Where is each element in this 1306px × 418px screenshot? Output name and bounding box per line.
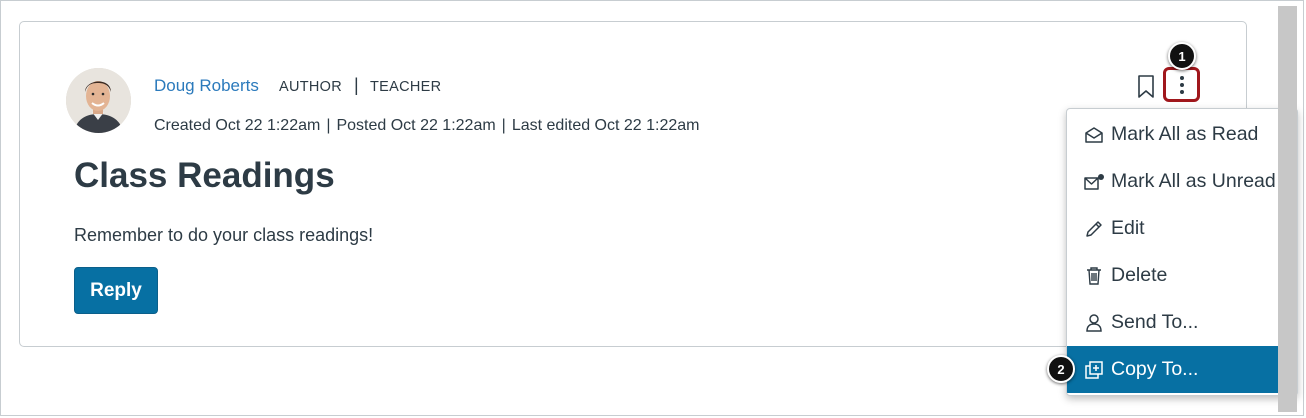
avatar-photo (66, 68, 131, 133)
role-author-label: AUTHOR (279, 79, 343, 95)
copy-icon (1083, 359, 1105, 381)
user-send-icon (1083, 312, 1105, 334)
posted-timestamp: Posted Oct 22 1:22am (336, 117, 496, 134)
menu-item-label: Copy To... (1111, 358, 1199, 380)
menu-item-delete[interactable]: Delete (1067, 252, 1297, 299)
envelope-unread-icon (1083, 171, 1105, 193)
post-timestamps: Created Oct 22 1:22am | Posted Oct 22 1:22… (154, 117, 700, 135)
envelope-open-icon (1083, 124, 1105, 146)
menu-item-copy-to[interactable]: Copy To... (1067, 346, 1297, 393)
author-avatar[interactable] (66, 68, 131, 133)
role-teacher-label: TEACHER (370, 79, 442, 95)
menu-item-edit[interactable]: Edit (1067, 205, 1297, 252)
trash-icon (1083, 265, 1105, 287)
author-name-link[interactable]: Doug Roberts (154, 76, 259, 96)
menu-item-mark-all-unread[interactable]: Mark All as Unread (1067, 158, 1297, 205)
menu-item-label: Send To... (1111, 311, 1199, 333)
kebab-dot (1180, 90, 1184, 94)
kebab-dot (1180, 76, 1184, 80)
post-options-menu: Mark All as Read Mark All as Unread Edit… (1066, 108, 1298, 396)
bookmark-icon[interactable] (1136, 74, 1156, 100)
created-timestamp: Created Oct 22 1:22am (154, 117, 321, 134)
kebab-dot (1180, 83, 1184, 87)
post-message: Remember to do your class readings! (74, 225, 374, 245)
meta-separator: | (501, 117, 506, 134)
menu-item-label: Mark All as Unread (1111, 170, 1276, 192)
vertical-scrollbar[interactable] (1278, 6, 1297, 412)
menu-item-label: Edit (1111, 217, 1145, 239)
edited-timestamp: Last edited Oct 22 1:22am (511, 117, 700, 134)
menu-item-label: Mark All as Read (1111, 123, 1259, 145)
reply-button[interactable]: Reply (74, 267, 158, 314)
role-separator: | (354, 75, 359, 95)
post-options-button[interactable] (1163, 67, 1200, 102)
menu-item-label: Delete (1111, 264, 1168, 286)
pencil-icon (1083, 218, 1105, 240)
menu-item-mark-all-read[interactable]: Mark All as Read (1067, 111, 1297, 158)
step-callout-1: 1 (1168, 42, 1196, 70)
meta-separator: | (326, 117, 331, 134)
step-callout-2: 2 (1047, 355, 1075, 383)
post-title: Class Readings (74, 156, 335, 195)
menu-item-send-to[interactable]: Send To... (1067, 299, 1297, 346)
